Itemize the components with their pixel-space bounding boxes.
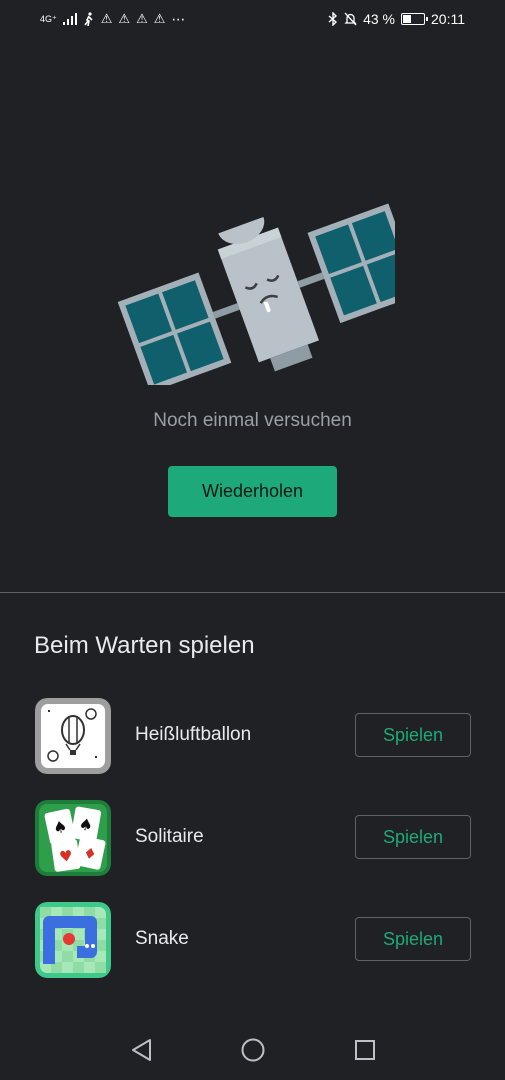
warning-icon: ⚠ — [136, 11, 148, 26]
notifications-off-icon — [344, 12, 357, 26]
walk-icon — [84, 12, 93, 26]
recents-icon[interactable] — [350, 1035, 380, 1065]
svg-text:♥: ♥ — [58, 847, 74, 867]
battery-icon — [401, 13, 428, 25]
battery-percent: 43 % — [363, 11, 395, 27]
network-type: 4G⁺ — [40, 13, 57, 24]
status-bar: 4G⁺ ⚠ ⚠ ⚠ ⚠ ⋯ 43 % 20:11 — [0, 0, 505, 38]
signal-icon — [62, 13, 77, 25]
list-item: ♠ ♠ ♥ ♦ Solitaire Spielen — [0, 800, 505, 880]
divider — [0, 592, 505, 593]
status-right: 43 % 20:11 — [328, 11, 465, 27]
play-button-balloon[interactable]: Spielen — [355, 713, 471, 757]
section-title: Beim Warten spielen — [34, 632, 255, 659]
more-icon: ⋯ — [171, 10, 186, 27]
play-button-snake[interactable]: Spielen — [355, 917, 471, 961]
warning-icon: ⚠ — [153, 11, 166, 26]
solitaire-cards-icon: ♠ ♠ ♥ ♦ — [35, 800, 111, 876]
game-name: Solitaire — [135, 826, 204, 847]
list-item: Snake Spielen — [0, 902, 505, 982]
warning-icon: ⚠ — [100, 11, 113, 26]
battery-level — [403, 15, 411, 23]
error-message: Noch einmal versuchen — [153, 410, 352, 431]
game-name: Heißluftballon — [135, 724, 252, 745]
navigation-bar — [0, 1020, 505, 1080]
sleeping-satellite-illustration — [117, 203, 395, 385]
status-left: 4G⁺ ⚠ ⚠ ⚠ ⚠ ⋯ — [40, 11, 185, 28]
home-icon[interactable] — [238, 1035, 268, 1065]
clock: 20:11 — [431, 11, 465, 27]
retry-button[interactable]: Wiederholen — [168, 466, 337, 517]
snake-game-icon — [35, 902, 111, 978]
bluetooth-icon — [328, 12, 338, 26]
play-button-solitaire[interactable]: Spielen — [355, 815, 471, 859]
game-name: Snake — [135, 928, 189, 949]
warning-icon: ⚠ — [118, 11, 131, 26]
back-icon[interactable] — [126, 1035, 156, 1065]
list-item: Heißluftballon Spielen — [0, 698, 505, 778]
hot-air-balloon-icon — [35, 698, 111, 774]
